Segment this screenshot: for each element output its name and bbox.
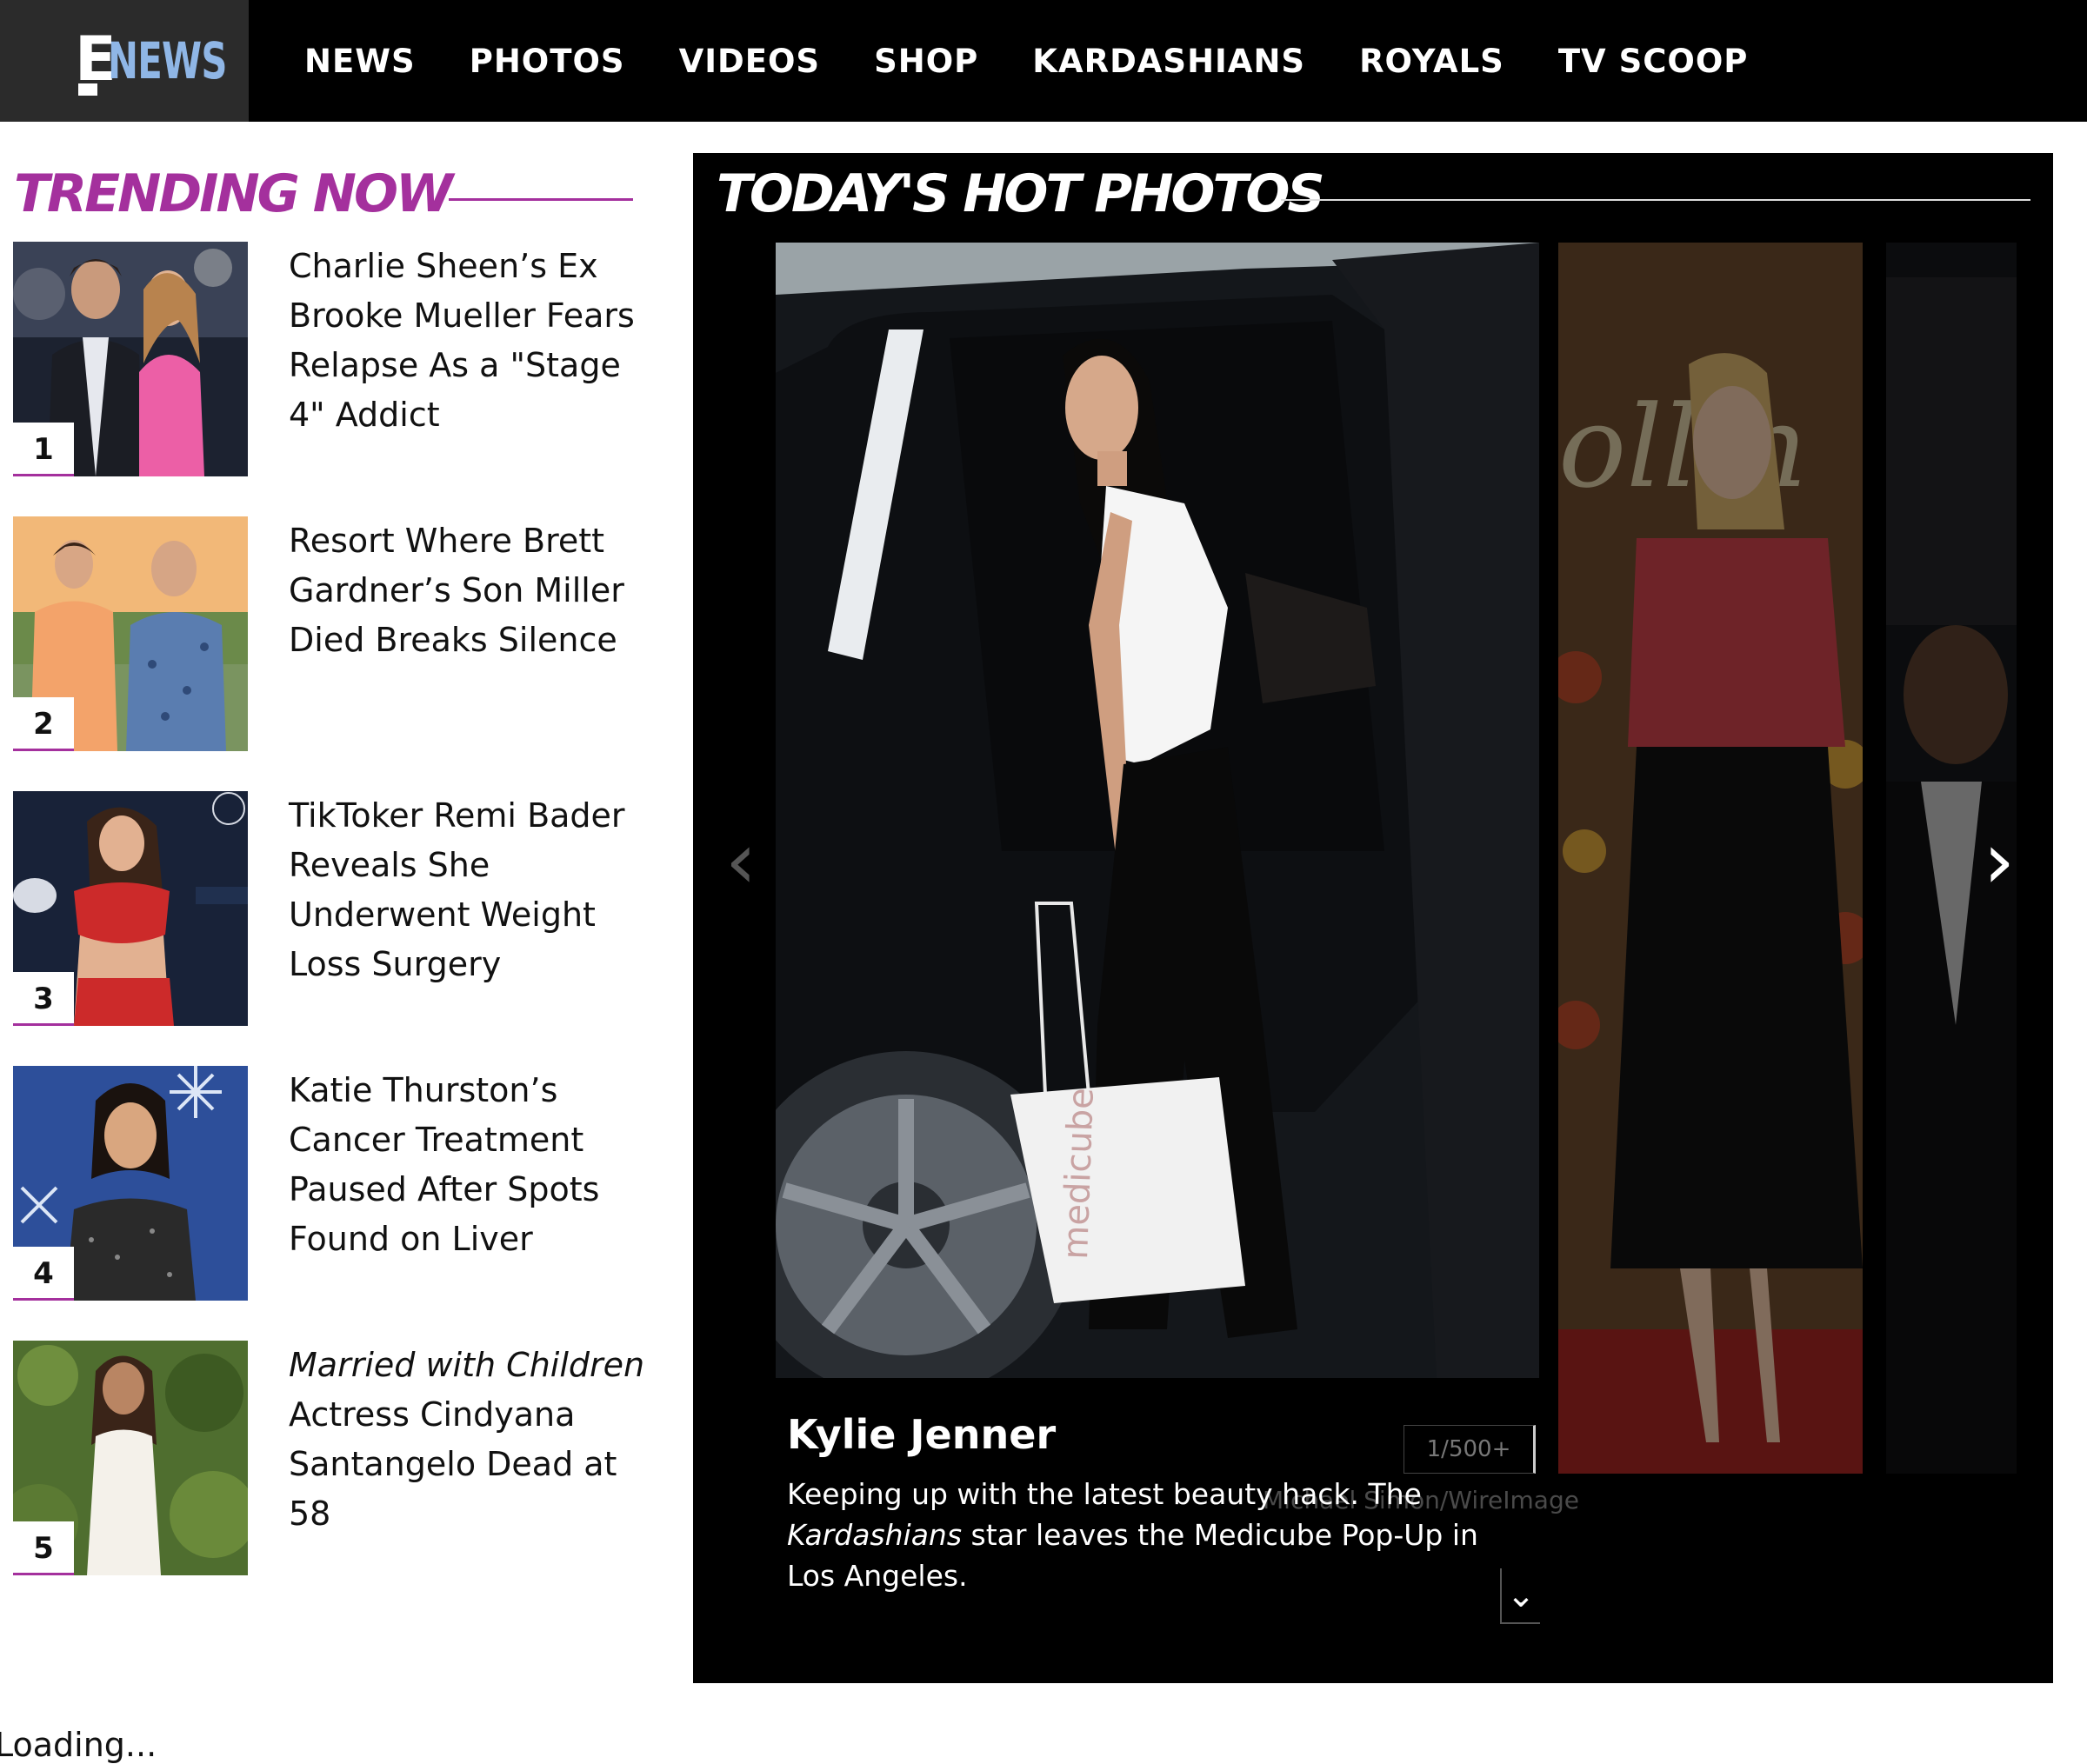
caption-text: Keeping up with the latest beauty hack. … xyxy=(787,1474,1483,1596)
trending-title[interactable]: Married with Children Actress Cindyana S… xyxy=(289,1341,658,1539)
chevron-left-icon[interactable]: ‹ xyxy=(719,814,763,909)
slide-dim-overlay xyxy=(1558,243,1863,1474)
trending-item[interactable]: 2 Resort Where Brett Gardner’s Son Mille… xyxy=(13,516,652,753)
caption-text-italic: Kardashians xyxy=(787,1518,963,1552)
chevron-down-icon[interactable]: ⌄ xyxy=(1500,1568,1540,1624)
trending-thumbnail[interactable]: 1 xyxy=(13,242,248,476)
trending-thumbnail[interactable]: 4 xyxy=(13,1066,248,1301)
bag-brand-text: medicube xyxy=(1056,1087,1102,1260)
trending-rank-badge: 4 xyxy=(13,1247,74,1301)
trending-rank-badge: 2 xyxy=(13,697,74,751)
logo-word: NEWS xyxy=(108,31,227,90)
caption-text-start: Keeping up with the latest beauty hack. … xyxy=(787,1477,1422,1511)
hot-photos-heading-rule xyxy=(1281,199,2030,201)
trending-item[interactable]: 1 Charlie Sheen’s Ex Brooke Mueller Fear… xyxy=(13,242,652,478)
nav-tv-scoop[interactable]: TV SCOOP xyxy=(1558,43,1749,80)
trending-title-italic: Married with Children xyxy=(289,1346,645,1384)
trending-title[interactable]: Charlie Sheen’s Ex Brooke Mueller Fears … xyxy=(289,242,658,440)
next-slide-photo[interactable]: oll n xyxy=(1558,243,1863,1474)
hot-photos-carousel: TODAY'S HOT PHOTOS medicube oll n Kylie … xyxy=(693,153,2053,1683)
main-nav: NEWS PHOTOS VIDEOS SHOP KARDASHIANS ROYA… xyxy=(304,0,1802,122)
trending-title[interactable]: TikToker Remi Bader Reveals She Underwen… xyxy=(289,791,658,989)
trending-thumbnail[interactable]: 2 xyxy=(13,516,248,751)
chevron-right-icon[interactable]: › xyxy=(1973,814,2025,909)
trending-rank-badge: 5 xyxy=(13,1521,74,1575)
top-navigation-bar: E NEWS NEWS PHOTOS VIDEOS SHOP KARDASHIA… xyxy=(0,0,2087,122)
trending-item[interactable]: 4 Katie Thurston’s Cancer Treatment Paus… xyxy=(13,1066,652,1302)
nav-news[interactable]: NEWS xyxy=(304,43,416,80)
trending-heading: TRENDING NOW xyxy=(14,163,453,224)
site-logo[interactable]: E NEWS xyxy=(0,0,249,122)
nav-photos[interactable]: PHOTOS xyxy=(470,43,625,80)
nav-shop[interactable]: SHOP xyxy=(874,43,978,80)
slide-caption: Kylie Jenner 1/500+ Michael Simon/WireIm… xyxy=(776,1378,1579,1639)
trending-thumbnail[interactable]: 5 xyxy=(13,1341,248,1575)
trending-title-rest: Actress Cindyana Santangelo Dead at 58 xyxy=(289,1395,617,1533)
nav-royals[interactable]: ROYALS xyxy=(1359,43,1504,80)
trending-item[interactable]: 3 TikToker Remi Bader Reveals She Underw… xyxy=(13,791,652,1028)
loading-text: Loading... xyxy=(0,1726,157,1764)
slide-counter: 1/500+ xyxy=(1404,1425,1536,1474)
main-slide-photo[interactable]: medicube xyxy=(776,243,1539,1378)
logo-letter-bar xyxy=(78,83,97,96)
trending-rank-badge: 1 xyxy=(13,423,74,476)
trending-rank-badge: 3 xyxy=(13,972,74,1026)
trending-thumbnail[interactable]: 3 xyxy=(13,791,248,1026)
trending-title[interactable]: Resort Where Brett Gardner’s Son Miller … xyxy=(289,516,658,665)
nav-kardashians[interactable]: KARDASHIANS xyxy=(1032,43,1305,80)
trending-title[interactable]: Katie Thurston’s Cancer Treatment Paused… xyxy=(289,1066,658,1264)
nav-videos[interactable]: VIDEOS xyxy=(679,43,821,80)
trending-item[interactable]: 5 Married with Children Actress Cindyana… xyxy=(13,1341,652,1577)
hot-photos-heading: TODAY'S HOT PHOTOS xyxy=(717,163,1325,224)
caption-name: Kylie Jenner xyxy=(787,1411,1057,1458)
trending-heading-rule xyxy=(449,198,633,201)
